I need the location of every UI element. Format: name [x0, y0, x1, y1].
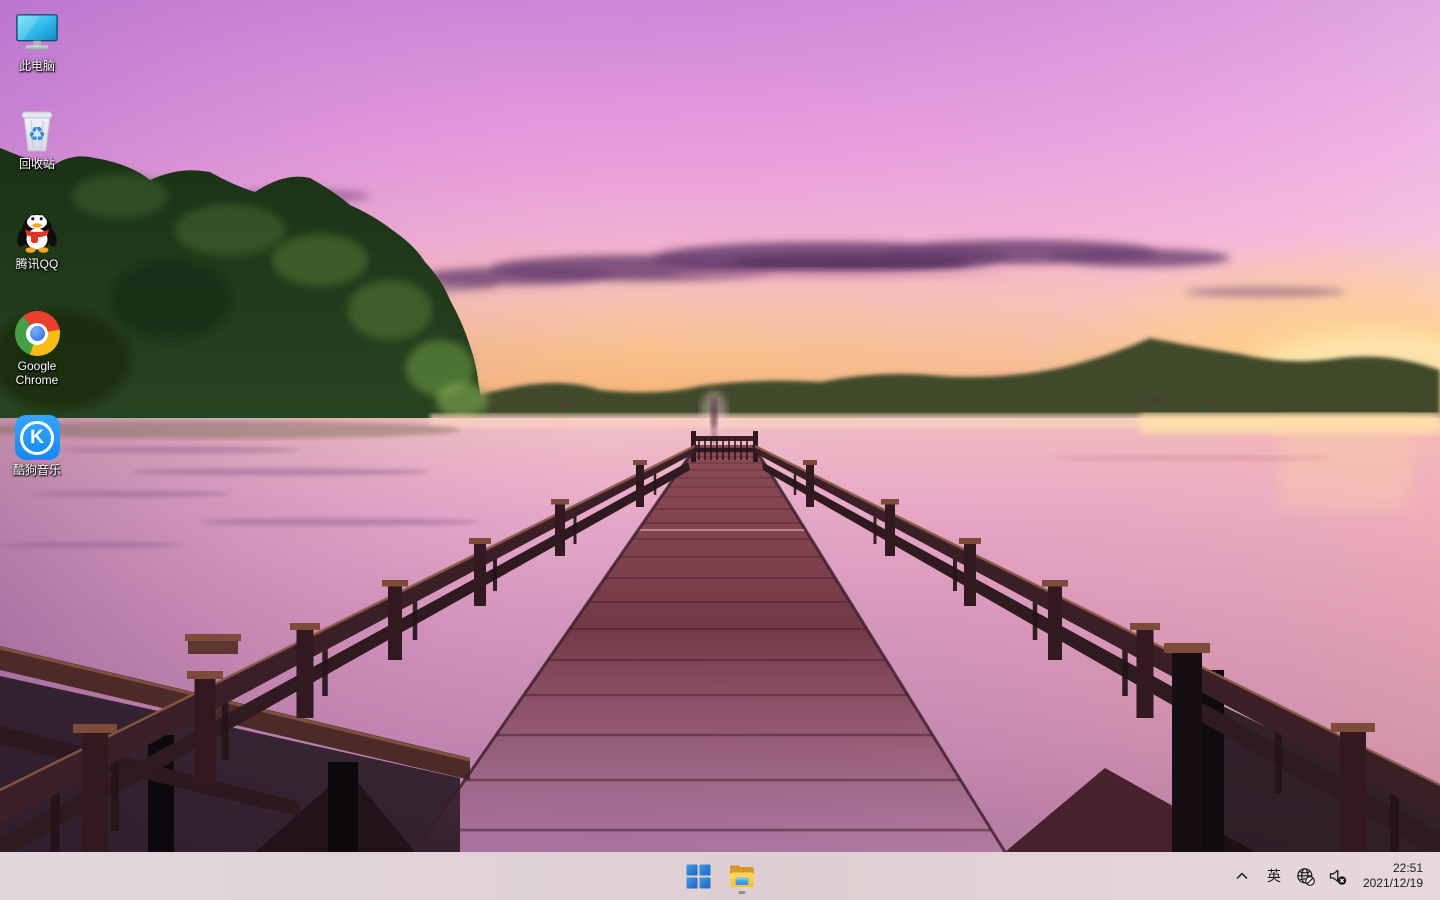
desktop-icon-label: 此电脑 — [19, 59, 55, 73]
globe-no-internet-icon — [1296, 867, 1315, 886]
desktop-icon-recycle-bin[interactable]: ♻ 回收站 — [0, 106, 74, 171]
desktop-icon-kugou-music[interactable]: K 酷狗音乐 — [0, 412, 74, 477]
this-pc-icon — [14, 8, 60, 56]
kugou-icon: K — [15, 412, 60, 460]
desktop-icon-tencent-qq[interactable]: 腾讯QQ — [0, 206, 74, 271]
network-button[interactable] — [1290, 859, 1322, 893]
windows-logo-icon — [686, 864, 711, 889]
desktop-icon-this-pc[interactable]: 此电脑 — [0, 8, 74, 73]
running-indicator — [739, 891, 746, 894]
speaker-muted-icon — [1328, 867, 1347, 886]
ime-indicator[interactable]: 英 — [1258, 859, 1290, 893]
desktop-icon-label: 腾讯QQ — [16, 257, 59, 271]
file-explorer-button[interactable] — [722, 856, 762, 896]
desktop-icon-label: 酷狗音乐 — [13, 463, 61, 477]
chrome-icon — [15, 308, 60, 356]
desktop-icon-label: Google Chrome — [0, 359, 74, 387]
ime-language-label: 英 — [1267, 866, 1281, 886]
taskbar-clock[interactable]: 22:51 2021/12/19 — [1359, 859, 1427, 893]
chevron-up-icon — [1235, 869, 1249, 883]
volume-button[interactable] — [1322, 859, 1354, 893]
desktop-icon-label: 回收站 — [19, 157, 55, 171]
desktop: 此电脑 ♻ 回收站 — [0, 0, 1440, 900]
wallpaper-sunset-pier — [0, 0, 1440, 852]
folder-icon — [728, 862, 756, 890]
taskbar-center-buttons — [678, 852, 762, 900]
desktop-icon-google-chrome[interactable]: Google Chrome — [0, 308, 74, 387]
system-tray: 英 — [1226, 852, 1440, 900]
hidden-icons-button[interactable] — [1226, 859, 1258, 893]
taskbar: 英 — [0, 852, 1440, 900]
clock-date: 2021/12/19 — [1363, 876, 1423, 891]
svg-text:♻: ♻ — [28, 122, 46, 146]
recycle-bin-icon: ♻ — [17, 106, 57, 154]
start-button[interactable] — [678, 856, 718, 896]
kugou-k-glyph: K — [20, 421, 54, 455]
clock-time: 22:51 — [1393, 861, 1423, 876]
qq-penguin-icon — [14, 206, 60, 254]
